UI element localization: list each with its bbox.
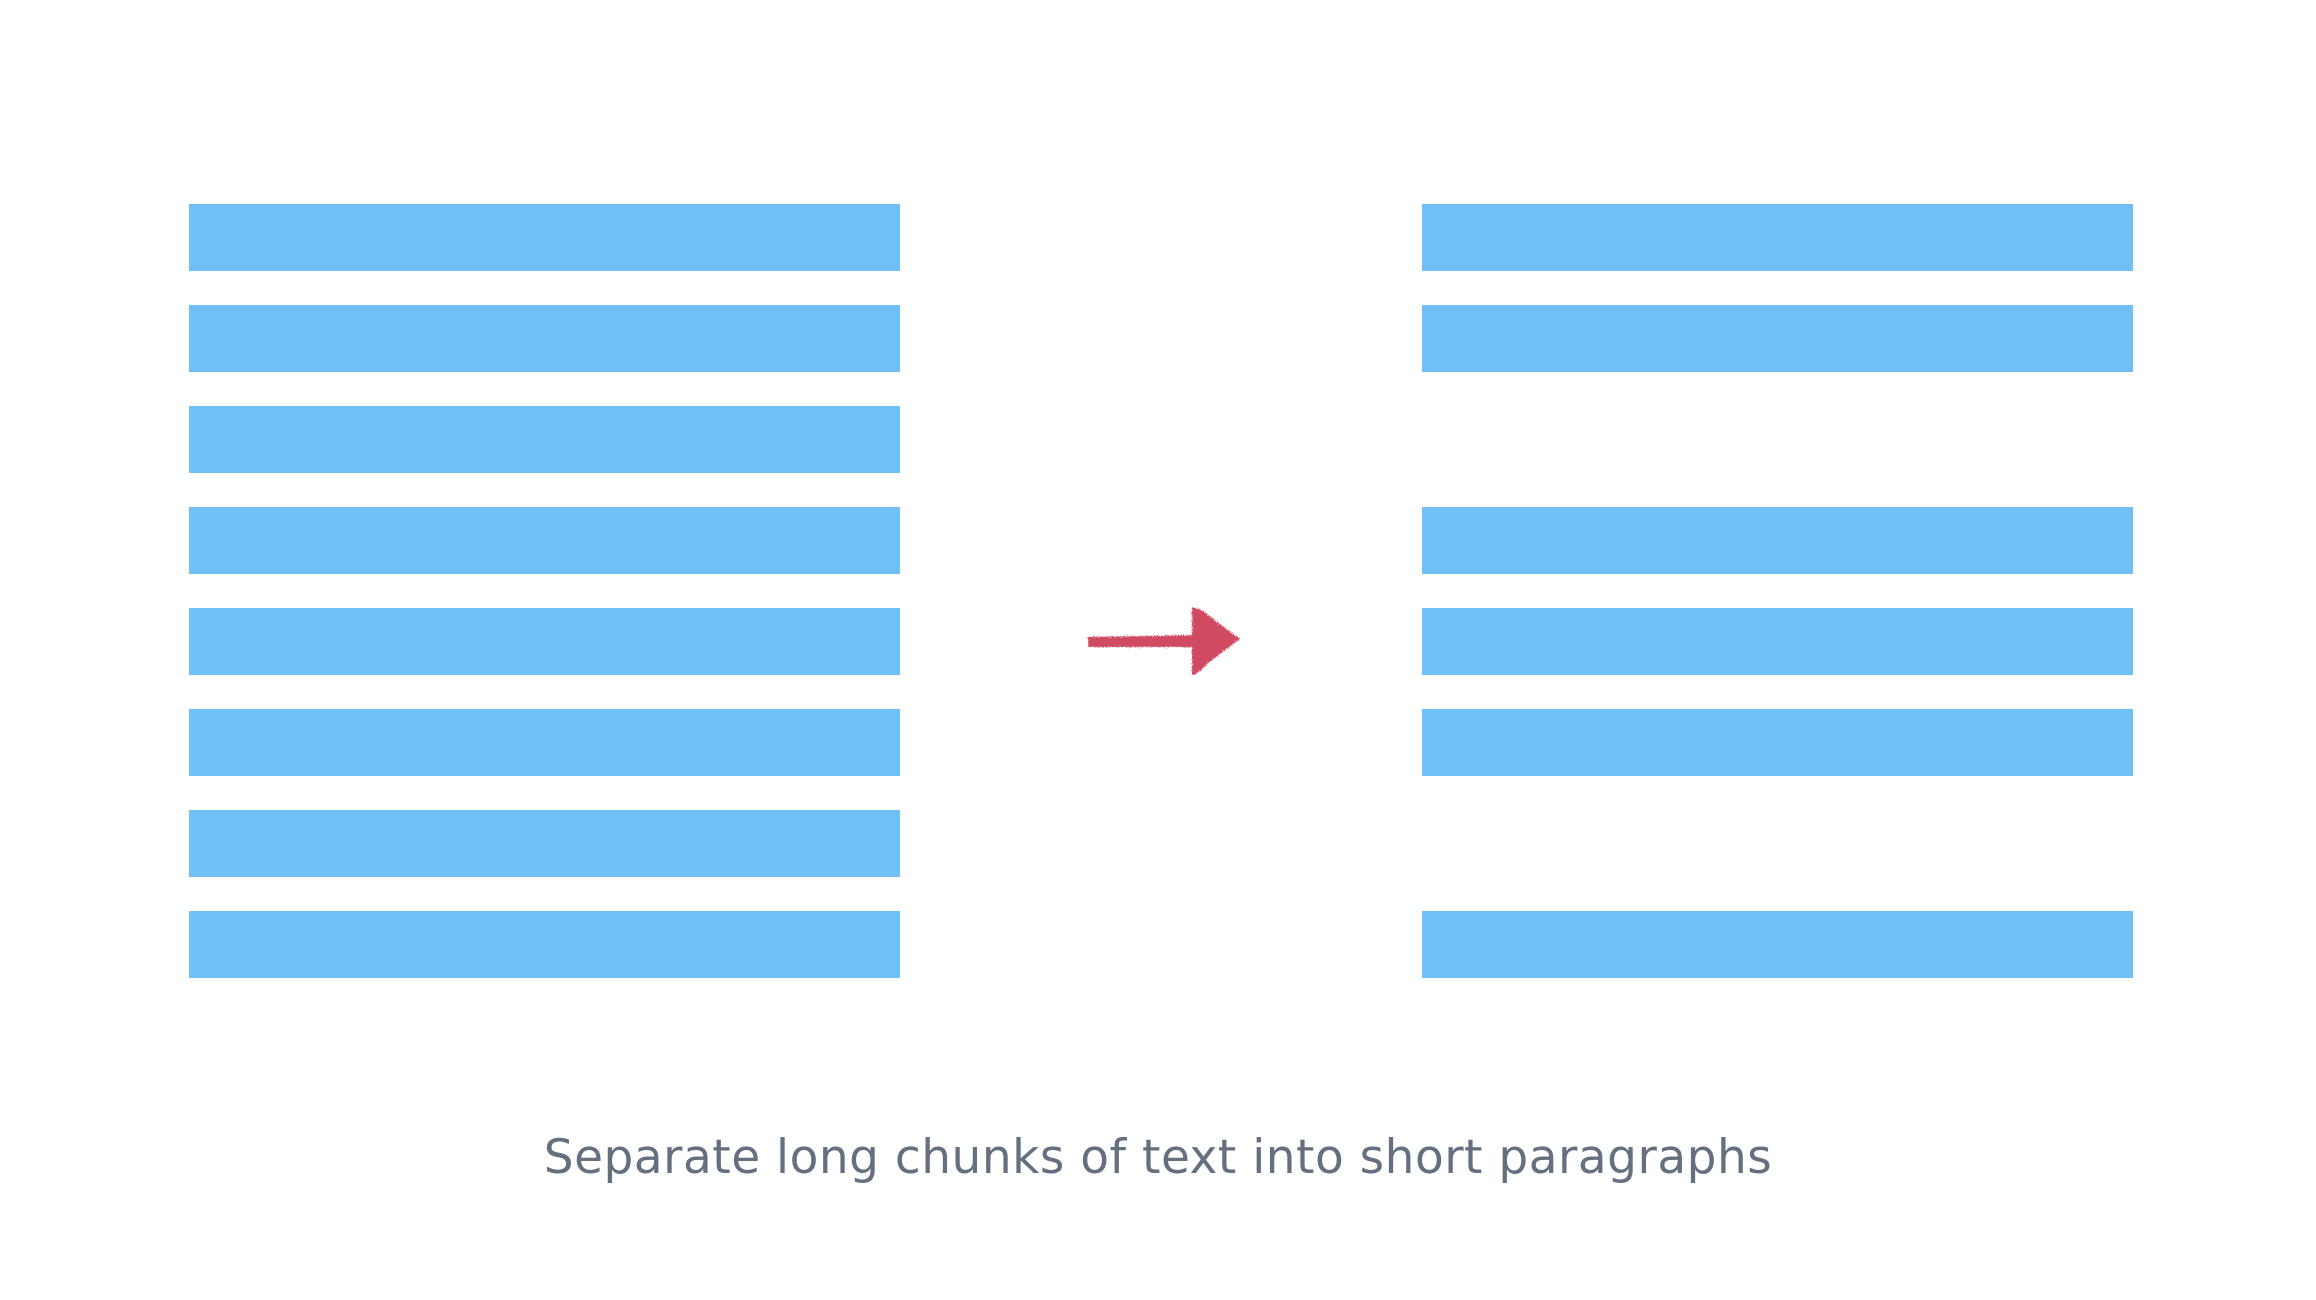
before-line-8	[189, 911, 900, 978]
right-arrow-icon	[1088, 607, 1240, 675]
after-text-block	[1422, 204, 2133, 978]
after-line-5	[1422, 608, 2133, 675]
before-line-4	[189, 507, 900, 574]
arrow-shape	[1088, 607, 1240, 675]
before-text-block	[189, 204, 900, 978]
before-line-2	[189, 305, 900, 372]
before-line-3	[189, 406, 900, 473]
after-line-1	[1422, 204, 2133, 271]
after-line-2	[1422, 305, 2133, 372]
before-line-5	[189, 608, 900, 675]
before-line-7	[189, 810, 900, 877]
arrow-shaft	[1088, 635, 1200, 647]
after-line-6	[1422, 709, 2133, 776]
before-line-1	[189, 204, 900, 271]
caption-text: Separate long chunks of text into short …	[543, 1130, 1773, 1185]
after-line-4	[1422, 507, 2133, 574]
after-line-8	[1422, 911, 2133, 978]
before-line-6	[189, 709, 900, 776]
arrow-head	[1192, 607, 1240, 675]
